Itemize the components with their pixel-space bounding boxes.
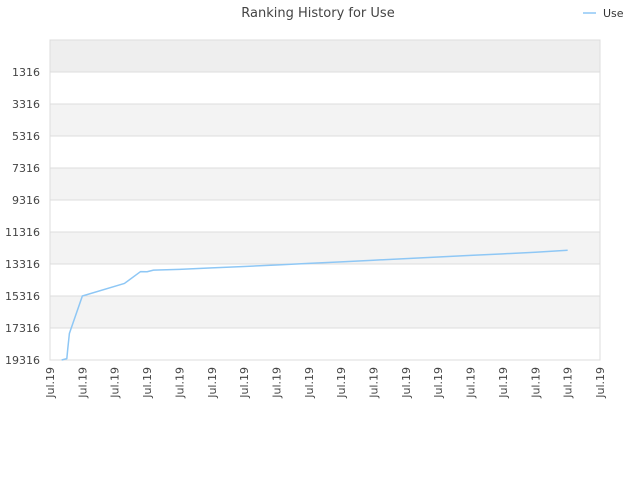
plot-band: [50, 264, 600, 296]
y-tick-label: 11316: [5, 226, 40, 239]
y-tick-label: 1316: [12, 66, 40, 79]
x-tick-label: Jul.19: [238, 367, 251, 399]
legend-label-use: Use: [603, 7, 624, 20]
x-tick-label: Jul.19: [562, 367, 575, 399]
x-tick-label: Jul.19: [270, 367, 283, 399]
x-tick-label: Jul.19: [465, 367, 478, 399]
x-tick-label: Jul.19: [44, 367, 57, 399]
y-tick-label: 7316: [12, 162, 40, 175]
y-tick-label: 13316: [5, 258, 40, 271]
plot-band: [50, 136, 600, 168]
chart-title: Ranking History for Use: [241, 6, 394, 21]
x-tick-label: Jul.19: [497, 367, 510, 399]
y-tick-label: 17316: [5, 322, 40, 335]
y-tick-label: 3316: [12, 98, 40, 111]
plot-band: [50, 232, 600, 264]
plot-band: [50, 168, 600, 200]
x-tick-label: Jul.19: [206, 367, 219, 399]
plot-band: [50, 72, 600, 104]
x-tick-label: Jul.19: [141, 367, 154, 399]
y-tick-label: 5316: [12, 130, 40, 143]
x-axis-ticks: Jul.19 Jul.19 Jul.19 Jul.19 Jul.19 Jul.19 Jul.…: [44, 367, 607, 399]
y-axis-ticks: 1316 3316 5316 7316 9316 11316 13316 15316 17316…: [5, 66, 40, 367]
x-tick-label: Jul.19: [368, 367, 381, 399]
x-tick-label: Jul.19: [76, 367, 89, 399]
plot-band: [50, 200, 600, 232]
chart: Ranking History for Use Use 1316 3316 5316…: [5, 6, 624, 399]
plot-band: [50, 296, 600, 328]
x-tick-label: Jul.19: [400, 367, 413, 399]
x-tick-label: Jul.19: [432, 367, 445, 399]
plot-band: [50, 40, 600, 72]
x-tick-label: Jul.19: [529, 367, 542, 399]
y-tick-label: 19316: [5, 354, 40, 367]
x-tick-label: Jul.19: [594, 367, 607, 399]
x-tick-label: Jul.19: [173, 367, 186, 399]
y-tick-label: 9316: [12, 194, 40, 207]
plot-band: [50, 328, 600, 360]
plot-band: [50, 104, 600, 136]
x-tick-label: Jul.19: [109, 367, 122, 399]
y-tick-label: 15316: [5, 290, 40, 303]
x-tick-label: Jul.19: [303, 367, 316, 399]
x-tick-label: Jul.19: [335, 367, 348, 399]
legend[interactable]: Use: [583, 7, 624, 20]
